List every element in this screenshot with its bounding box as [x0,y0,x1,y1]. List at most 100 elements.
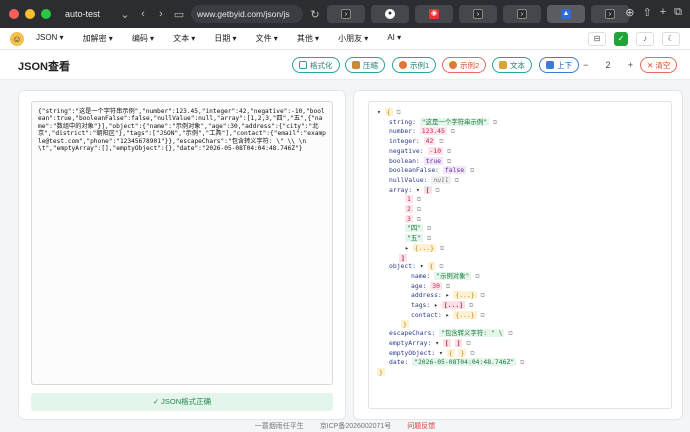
copy-icon[interactable]: ⧉ [455,177,459,184]
tree-row: boolean: true ⧉ [377,157,663,167]
copy-icon[interactable]: ⧉ [427,225,431,232]
copy-icon[interactable]: ⧉ [396,109,400,116]
copy-icon[interactable]: ⧉ [520,359,524,366]
menu-crypto[interactable]: 加解密 ▾ [83,33,113,44]
decrease-button[interactable]: − [583,60,588,70]
download-icon[interactable]: ⊕ [625,6,634,19]
menu-other[interactable]: 其他 ▾ [297,33,319,44]
copy-icon[interactable]: ⧉ [446,283,450,290]
menu-json[interactable]: JSON ▾ [36,33,64,44]
pinned-tab-2[interactable]: ● [371,5,409,23]
expand-toggle[interactable]: ▸ [446,311,450,319]
forward-icon[interactable]: › [155,8,167,20]
copy-icon[interactable]: ⧉ [480,292,484,299]
maximize-window-button[interactable] [41,9,51,19]
text-button[interactable]: 文本 [492,57,532,73]
pinned-tab-7[interactable]: › [591,5,629,23]
bell-icon[interactable]: ♪ [636,32,654,46]
tree-array-item: "四" ⧉ [377,224,663,234]
json-input[interactable]: {"string":"这是一个字符串示例","number":123.45,"i… [31,101,333,385]
feedback-link[interactable]: 问题反馈 [407,423,435,430]
indent-value[interactable]: 2 [605,60,610,70]
copy-icon[interactable]: ⧉ [451,128,455,135]
address-bar[interactable]: www.getbyid.com/json/js [191,5,303,23]
close-window-button[interactable] [9,9,19,19]
expand-toggle[interactable]: ▸ [434,301,438,309]
input-panel: {"string":"这是一个字符串示例","number":123.45,"i… [18,90,346,420]
compress-button[interactable]: 压缩 [345,57,385,73]
copy-icon[interactable]: ⧉ [417,216,421,223]
copy-icon[interactable]: ⧉ [440,245,444,252]
copy-icon[interactable]: ⧉ [470,167,474,174]
tree-array-item: 3 ⧉ [377,215,663,225]
sidebar-icon[interactable]: ▭ [173,8,185,21]
indent-stepper: − 2 + [583,57,633,73]
tabs-overview-icon[interactable]: ⧉ [674,6,682,19]
pinned-tab-1[interactable]: › [327,5,365,23]
close-brace-row: } [377,368,663,377]
open-bracket: [ [424,186,432,194]
copy-icon[interactable]: ⧉ [435,187,439,194]
site-logo-icon[interactable]: ☺ [10,32,24,46]
collapse-toggle[interactable]: ▾ [377,108,381,116]
copy-icon[interactable]: ⧉ [439,138,443,145]
format-icon [299,61,307,69]
copy-icon[interactable]: ⧉ [417,196,421,203]
pin-icon[interactable]: ⊟ [588,32,606,46]
back-icon[interactable]: ‹ [137,8,149,20]
copy-icon[interactable]: ⧉ [480,312,484,319]
copy-icon[interactable]: ⧉ [439,263,443,270]
chevron-down-icon[interactable]: ⌄ [119,8,131,21]
layout-toggle-button[interactable]: 上下 [539,57,579,73]
terminal-icon: › [473,9,483,19]
footer-icp[interactable]: 京ICP备2026002071号 [320,423,392,430]
tree-row: booleanFalse: false ⧉ [377,166,663,176]
expand-toggle[interactable]: ▸ [405,244,409,252]
new-tab-icon[interactable]: + [660,6,666,19]
window-controls [9,9,51,19]
copy-icon[interactable]: ⧉ [447,158,451,165]
example2-button[interactable]: 示例2 [442,57,486,73]
copy-icon[interactable]: ⧉ [470,350,474,357]
check-icon[interactable]: ✓ [614,32,628,46]
collapse-toggle[interactable]: ▾ [439,349,443,357]
share-icon[interactable]: ⇧ [642,6,651,19]
json-tree[interactable]: ▾ { ⧉ string: "这是一个字符串示例" ⧉ number: 123.… [368,101,672,409]
menu-file[interactable]: 文件 ▾ [256,33,278,44]
tree-panel: ▾ { ⧉ string: "这是一个字符串示例" ⧉ number: 123.… [353,90,683,420]
pinned-tab-4[interactable]: › [459,5,497,23]
increase-button[interactable]: + [628,60,633,70]
example-icon [449,61,457,69]
menu-kids[interactable]: 小朋友 ▾ [338,33,368,44]
pinned-tab-5[interactable]: › [503,5,541,23]
minimize-window-button[interactable] [25,9,35,19]
collapse-toggle[interactable]: ▾ [435,339,439,347]
pinned-tab-6[interactable]: ▲ [547,5,585,23]
copy-icon[interactable]: ⧉ [417,206,421,213]
chat-icon: ● [385,9,395,19]
copy-icon[interactable]: ⧉ [469,302,473,309]
text-icon [499,61,507,69]
copy-icon[interactable]: ⧉ [493,119,497,126]
expand-toggle[interactable]: ▸ [446,291,450,299]
reload-icon[interactable]: ↻ [309,8,321,21]
collapse-toggle[interactable]: ▾ [420,262,424,270]
format-button[interactable]: 格式化 [292,57,340,73]
moon-icon[interactable]: ☾ [662,32,680,46]
collapse-toggle[interactable]: ▾ [416,186,420,194]
tab-title[interactable]: auto-test [65,9,113,19]
copy-icon[interactable]: ⧉ [447,148,451,155]
pinned-tab-3[interactable]: ◉ [415,5,453,23]
copy-icon[interactable]: ⧉ [475,273,479,280]
menu-encode[interactable]: 编码 ▾ [132,33,154,44]
clear-button[interactable]: ✕ 清空 [640,57,677,73]
copy-icon[interactable]: ⧉ [508,330,512,337]
menu-text[interactable]: 文本 ▾ [173,33,195,44]
copy-icon[interactable]: ⧉ [427,235,431,242]
open-brace: { [428,262,436,270]
collapsed-object[interactable]: {...} [413,244,436,252]
menu-ai[interactable]: AI ▾ [387,33,401,44]
example1-button[interactable]: 示例1 [392,57,436,73]
menu-date[interactable]: 日期 ▾ [214,33,236,44]
copy-icon[interactable]: ⧉ [466,340,470,347]
